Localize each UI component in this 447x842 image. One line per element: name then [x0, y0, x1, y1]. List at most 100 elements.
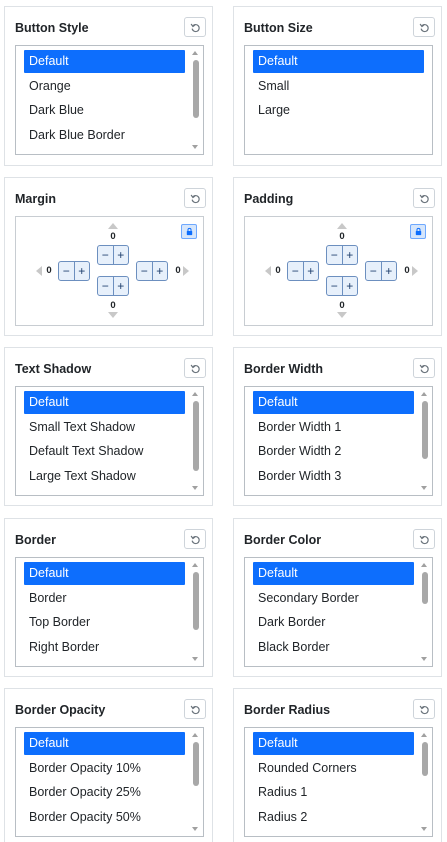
list-item[interactable]: Small Text Shadow: [24, 416, 185, 439]
scrollbar[interactable]: [189, 46, 203, 154]
scrollbar[interactable]: [189, 387, 203, 495]
list-item[interactable]: Border Width 3: [253, 465, 414, 488]
list-item[interactable]: Default: [24, 391, 185, 414]
decrease-bottom-arrow[interactable]: [337, 312, 347, 318]
list-item[interactable]: Default: [24, 50, 185, 73]
scrollbar[interactable]: [418, 558, 432, 666]
scroll-up-arrow[interactable]: [192, 733, 198, 737]
text-shadow-listbox[interactable]: Default Small Text Shadow Default Text Sha…: [15, 386, 204, 496]
button-size-listbox[interactable]: Default Small Large: [244, 45, 433, 155]
reset-button[interactable]: [184, 188, 206, 208]
minus-button[interactable]: −: [98, 277, 114, 295]
list-item[interactable]: Default: [253, 562, 414, 585]
reset-button[interactable]: [184, 529, 206, 549]
scroll-down-arrow[interactable]: [192, 486, 198, 490]
plus-button[interactable]: +: [343, 277, 358, 295]
plus-button[interactable]: +: [114, 277, 129, 295]
list-item[interactable]: Dark Blue: [24, 99, 185, 122]
list-item[interactable]: Radius 1: [253, 781, 414, 804]
list-item[interactable]: Border Width 1: [253, 416, 414, 439]
lock-toggle-button[interactable]: [410, 224, 426, 239]
scroll-down-arrow[interactable]: [192, 145, 198, 149]
list-item[interactable]: Default: [253, 391, 414, 414]
scroll-thumb[interactable]: [422, 572, 428, 604]
reset-button[interactable]: [413, 17, 435, 37]
list-item[interactable]: Border: [24, 587, 185, 610]
scroll-down-arrow[interactable]: [192, 657, 198, 661]
reset-button[interactable]: [184, 699, 206, 719]
list-item[interactable]: Default: [24, 732, 185, 755]
border-listbox[interactable]: Default Border Top Border Right Border: [15, 557, 204, 667]
list-item[interactable]: Dark Border: [253, 611, 414, 634]
reset-button[interactable]: [184, 17, 206, 37]
plus-button[interactable]: +: [153, 262, 168, 280]
scroll-thumb[interactable]: [422, 742, 428, 776]
border-opacity-listbox[interactable]: Default Border Opacity 10% Border Opacity …: [15, 727, 204, 837]
scrollbar[interactable]: [189, 728, 203, 836]
scroll-down-arrow[interactable]: [192, 827, 198, 831]
list-item[interactable]: Right Border: [24, 636, 185, 659]
plus-button[interactable]: +: [382, 262, 397, 280]
list-item[interactable]: Border Opacity 10%: [24, 757, 185, 780]
scrollbar[interactable]: [189, 558, 203, 666]
scroll-thumb[interactable]: [422, 401, 428, 459]
scrollbar[interactable]: [418, 387, 432, 495]
lock-toggle-button[interactable]: [181, 224, 197, 239]
plus-button[interactable]: +: [114, 246, 129, 264]
list-item[interactable]: Border Opacity 25%: [24, 781, 185, 804]
reset-button[interactable]: [413, 699, 435, 719]
list-item[interactable]: Large Text Shadow: [24, 465, 185, 488]
scroll-up-arrow[interactable]: [421, 563, 427, 567]
scrollbar[interactable]: [418, 728, 432, 836]
minus-button[interactable]: −: [366, 262, 382, 280]
scroll-down-arrow[interactable]: [421, 827, 427, 831]
list-item[interactable]: Secondary Border: [253, 587, 414, 610]
scroll-thumb[interactable]: [193, 572, 199, 630]
plus-button[interactable]: +: [75, 262, 90, 280]
list-item[interactable]: Rounded Corners: [253, 757, 414, 780]
minus-button[interactable]: −: [137, 262, 153, 280]
scroll-down-arrow[interactable]: [421, 657, 427, 661]
scroll-up-arrow[interactable]: [192, 563, 198, 567]
increase-top-arrow[interactable]: [108, 223, 118, 229]
list-item[interactable]: Dark Blue Border: [24, 124, 185, 147]
border-color-listbox[interactable]: Default Secondary Border Dark Border Black …: [244, 557, 433, 667]
increase-right-arrow[interactable]: [412, 266, 418, 276]
plus-button[interactable]: +: [304, 262, 319, 280]
list-item[interactable]: Large: [253, 99, 424, 122]
scroll-up-arrow[interactable]: [192, 51, 198, 55]
reset-button[interactable]: [184, 358, 206, 378]
list-item[interactable]: Black Border: [253, 636, 414, 659]
scroll-thumb[interactable]: [193, 60, 199, 118]
scroll-thumb[interactable]: [193, 401, 199, 471]
minus-button[interactable]: −: [98, 246, 114, 264]
minus-button[interactable]: −: [288, 262, 304, 280]
list-item[interactable]: Default: [24, 562, 185, 585]
plus-button[interactable]: +: [343, 246, 358, 264]
reset-button[interactable]: [413, 358, 435, 378]
list-item[interactable]: Default: [253, 732, 414, 755]
button-style-listbox[interactable]: Default Orange Dark Blue Dark Blue Border: [15, 45, 204, 155]
scroll-thumb[interactable]: [193, 742, 199, 786]
reset-button[interactable]: [413, 529, 435, 549]
scroll-up-arrow[interactable]: [421, 733, 427, 737]
minus-button[interactable]: −: [327, 277, 343, 295]
minus-button[interactable]: −: [59, 262, 75, 280]
scroll-down-arrow[interactable]: [421, 486, 427, 490]
reset-button[interactable]: [413, 188, 435, 208]
scroll-up-arrow[interactable]: [421, 392, 427, 396]
list-item[interactable]: Border Opacity 50%: [24, 806, 185, 829]
minus-button[interactable]: −: [327, 246, 343, 264]
list-item[interactable]: Orange: [24, 75, 185, 98]
increase-right-arrow[interactable]: [183, 266, 189, 276]
border-width-listbox[interactable]: Default Border Width 1 Border Width 2 Borde…: [244, 386, 433, 496]
decrease-bottom-arrow[interactable]: [108, 312, 118, 318]
increase-top-arrow[interactable]: [337, 223, 347, 229]
border-radius-listbox[interactable]: Default Rounded Corners Radius 1 Radius 2: [244, 727, 433, 837]
list-item[interactable]: Top Border: [24, 611, 185, 634]
scroll-up-arrow[interactable]: [192, 392, 198, 396]
list-item[interactable]: Border Width 2: [253, 440, 414, 463]
list-item[interactable]: Default: [253, 50, 424, 73]
list-item[interactable]: Default Text Shadow: [24, 440, 185, 463]
list-item[interactable]: Small: [253, 75, 424, 98]
